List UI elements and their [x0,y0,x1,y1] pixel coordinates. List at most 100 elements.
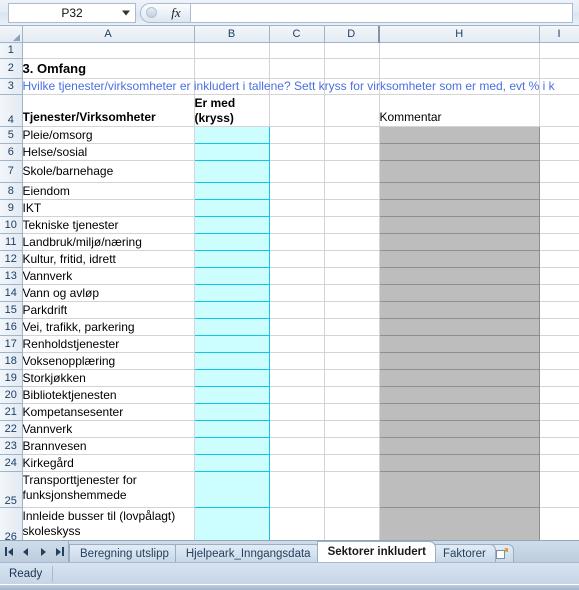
cell-i26[interactable] [539,507,579,540]
row-header-14[interactable]: 14 [0,284,23,302]
row-header-10[interactable]: 10 [0,216,23,234]
cell-h4-header[interactable]: Kommentar [379,94,540,127]
cell-i18[interactable] [539,352,579,370]
cell-c24[interactable] [269,454,325,472]
cell-c1[interactable] [269,42,325,59]
column-header-b[interactable]: B [194,26,270,43]
cell-a10[interactable]: Tekniske tjenester [22,216,195,234]
cell-d10[interactable] [324,216,380,234]
input-cell-kryss-9[interactable] [193,198,270,217]
comment-cell-25[interactable] [378,470,540,508]
cell-a11[interactable]: Landbruk/miljø/næring [22,233,195,251]
cell-d13[interactable] [324,267,380,285]
cell-a16[interactable]: Vei, trafikk, parkering [22,318,195,336]
row-header-9[interactable]: 9 [0,199,23,217]
cell-a25[interactable]: Transporttjenester for funksjonshemmede [22,471,195,508]
cell-c20[interactable] [269,386,325,404]
cell-i15[interactable] [539,301,579,319]
cell-c10[interactable] [269,216,325,234]
row-header-11[interactable]: 11 [0,233,23,251]
insert-function-icon[interactable] [140,2,162,23]
fx-icon[interactable]: fx [162,2,190,23]
comment-cell-17[interactable] [378,334,540,353]
cell-d20[interactable] [324,386,380,404]
row-header-16[interactable]: 16 [0,318,23,336]
chevron-down-icon[interactable] [122,10,130,15]
cell-a23[interactable]: Brannvesen [22,437,195,455]
cell-b2[interactable] [194,58,270,79]
cell-d9[interactable] [324,199,380,217]
cell-c4[interactable] [269,94,325,127]
cell-c13[interactable] [269,267,325,285]
cell-d7[interactable] [324,160,380,183]
cell-d11[interactable] [324,233,380,251]
cell-i5[interactable] [539,126,579,144]
cell-i17[interactable] [539,335,579,353]
cell-d8[interactable] [324,182,380,200]
cell-i14[interactable] [539,284,579,302]
row-header-2[interactable]: 2 [0,58,23,79]
cell-d24[interactable] [324,454,380,472]
cell-c21[interactable] [269,403,325,421]
cell-a26[interactable]: Innleide busser til (lovpålagt) skolesky… [22,507,195,540]
cell-c22[interactable] [269,420,325,438]
sheet-tab-2[interactable]: Hjelpeark_Inngangsdata [174,544,321,562]
cell-d22[interactable] [324,420,380,438]
cell-a17[interactable]: Renholdstjenester [22,335,195,353]
comment-cell-9[interactable] [378,198,540,217]
comment-cell-20[interactable] [378,385,540,404]
cell-a15[interactable]: Parkdrift [22,301,195,319]
column-header-a[interactable]: A [22,26,195,43]
comment-cell-8[interactable] [378,181,540,200]
cell-d14[interactable] [324,284,380,302]
cell-a9[interactable]: IKT [22,199,195,217]
cell-i7[interactable] [539,160,579,183]
cell-d23[interactable] [324,437,380,455]
row-header-15[interactable]: 15 [0,301,23,319]
cell-i1[interactable] [539,42,579,59]
input-cell-kryss-5[interactable] [193,125,270,144]
cell-a20[interactable]: Bibliotektjenesten [22,386,195,404]
cell-a2-section-title[interactable]: 3. Omfang [22,58,195,79]
cell-a3-instruction[interactable]: Hvilke tjenester/virksomheter er inklude… [22,78,555,95]
cell-c5[interactable] [269,126,325,144]
comment-cell-15[interactable] [378,300,540,319]
column-header-d[interactable]: D [324,26,380,43]
cell-a19[interactable]: Storkjøkken [22,369,195,387]
input-cell-kryss-24[interactable] [193,453,270,472]
row-header-24[interactable]: 24 [0,454,23,472]
cell-d25[interactable] [324,471,380,508]
input-cell-kryss-13[interactable] [193,266,270,285]
comment-cell-18[interactable] [378,351,540,370]
row-header-23[interactable]: 23 [0,437,23,455]
cell-d18[interactable] [324,352,380,370]
row-header-5[interactable]: 5 [0,126,23,144]
cell-i19[interactable] [539,369,579,387]
cell-i8[interactable] [539,182,579,200]
cell-d5[interactable] [324,126,380,144]
input-cell-kryss-20[interactable] [193,385,270,404]
row-header-22[interactable]: 22 [0,420,23,438]
spreadsheet-grid[interactable]: A B C D H I 1 2 3. Omfang 3 Hvilke tjene… [0,26,579,540]
cell-i24[interactable] [539,454,579,472]
cell-a6[interactable]: Helse/sosial [22,143,195,161]
cell-i10[interactable] [539,216,579,234]
column-header-h[interactable]: H [378,26,540,43]
cell-c19[interactable] [269,369,325,387]
cell-c16[interactable] [269,318,325,336]
input-cell-kryss-21[interactable] [193,402,270,421]
comment-cell-12[interactable] [378,249,540,268]
row-header-3[interactable]: 3 [0,78,23,95]
cell-c7[interactable] [269,160,325,183]
row-header-18[interactable]: 18 [0,352,23,370]
select-all-corner[interactable] [0,26,23,43]
cell-d26[interactable] [324,507,380,540]
comment-cell-21[interactable] [378,402,540,421]
cell-a18[interactable]: Voksenopplæring [22,352,195,370]
input-cell-kryss-26[interactable] [193,506,270,540]
cell-c8[interactable] [269,182,325,200]
cell-d4[interactable] [324,94,380,127]
cell-a24[interactable]: Kirkegård [22,454,195,472]
cell-i2[interactable] [539,58,579,79]
cell-i9[interactable] [539,199,579,217]
